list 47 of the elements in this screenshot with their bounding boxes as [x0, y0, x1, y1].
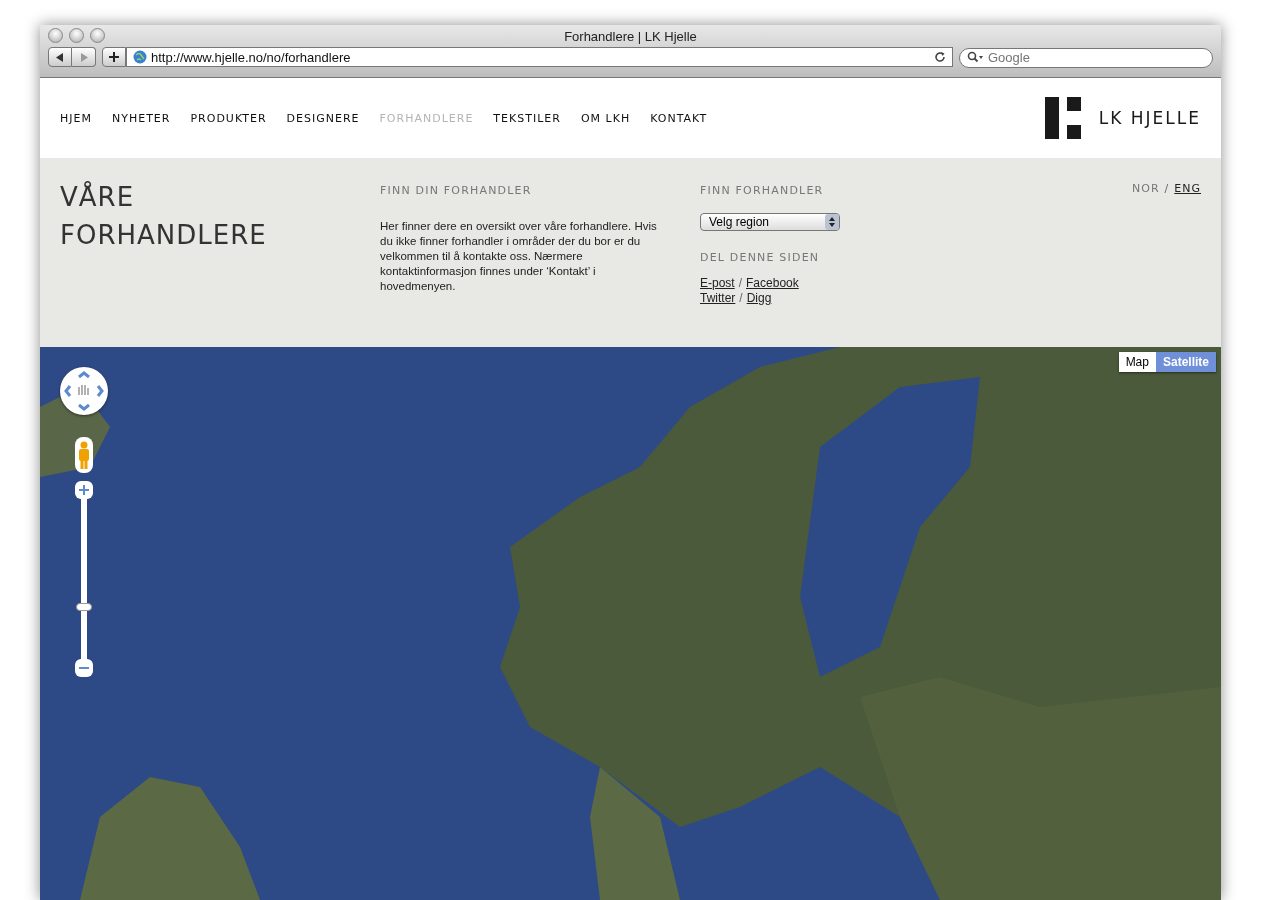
- globe-icon: [133, 50, 147, 64]
- reload-icon[interactable]: [934, 51, 946, 63]
- stepper-arrows-icon: [825, 214, 839, 230]
- nav-link[interactable]: NYHETER: [111, 111, 171, 125]
- window-title: Forhandlere | LK Hjelle: [564, 28, 697, 44]
- share-link[interactable]: Facebook: [746, 276, 799, 291]
- zoom-in-button[interactable]: [75, 481, 93, 499]
- page-title: VÅRE FORHANDLERE: [60, 180, 268, 252]
- share-link[interactable]: Twitter: [700, 291, 736, 306]
- separator-text: /: [739, 291, 743, 306]
- intro-paragraph: Her finner dere en oversikt over våre forhandlere. Hvis du ikke finner forhandler i områder der du bor er du velkommen til å kontakte oss. Nærmere kontaktinformasjon finnes under ‘Kontakt’ i hovedmenyen.: [380, 219, 658, 294]
- language-link[interactable]: NOR: [1132, 182, 1160, 195]
- section-heading: DEL DENNE SIDEN: [700, 251, 821, 264]
- zoom-out-button[interactable]: [75, 659, 93, 677]
- back-button[interactable]: [48, 47, 72, 67]
- region-dropdown[interactable]: Velg region: [700, 213, 840, 231]
- separator-text: /: [738, 276, 743, 291]
- plus-icon: [109, 52, 119, 62]
- section-heading: FINN DIN FORHANDLER: [380, 184, 533, 197]
- window-control-button[interactable]: [90, 28, 105, 43]
- plus-icon: [79, 485, 89, 495]
- forward-arrow-icon: [79, 52, 88, 62]
- share-link[interactable]: Digg: [746, 291, 772, 306]
- search-field[interactable]: Google: [959, 47, 1213, 68]
- address-field[interactable]: http://www.hjelle.no/no/forhandlere: [126, 47, 953, 67]
- nav-link[interactable]: KONTAKT: [650, 111, 708, 125]
- forward-button[interactable]: [72, 47, 96, 67]
- window-control-button[interactable]: [48, 28, 63, 43]
- share-link[interactable]: E-post: [700, 276, 735, 291]
- street-view-control[interactable]: [75, 437, 93, 473]
- language-link[interactable]: ENG: [1174, 182, 1201, 195]
- separator-text: /: [1164, 182, 1170, 195]
- section-heading: FINN FORHANDLER: [700, 184, 825, 197]
- person-icon: [78, 441, 90, 469]
- map-type-button[interactable]: Map: [1118, 352, 1156, 372]
- window-control-button[interactable]: [69, 28, 84, 43]
- nav-link[interactable]: HJEM: [60, 111, 92, 125]
- nav-link[interactable]: OM LKH: [580, 111, 631, 125]
- nav-link[interactable]: DESIGNERE: [286, 111, 360, 125]
- zoom-slider-thumb[interactable]: [76, 603, 92, 611]
- nav-link[interactable]: TEKSTILER: [493, 111, 561, 125]
- url-text: http://www.hjelle.no/no/forhandlere: [151, 49, 352, 65]
- add-bookmark-button[interactable]: [102, 47, 126, 67]
- nav-link[interactable]: PRODUKTER: [190, 111, 267, 125]
- logo-text: LK HJELLE: [1098, 108, 1201, 128]
- pan-arrows-icon: [64, 371, 104, 411]
- back-arrow-icon: [56, 52, 64, 62]
